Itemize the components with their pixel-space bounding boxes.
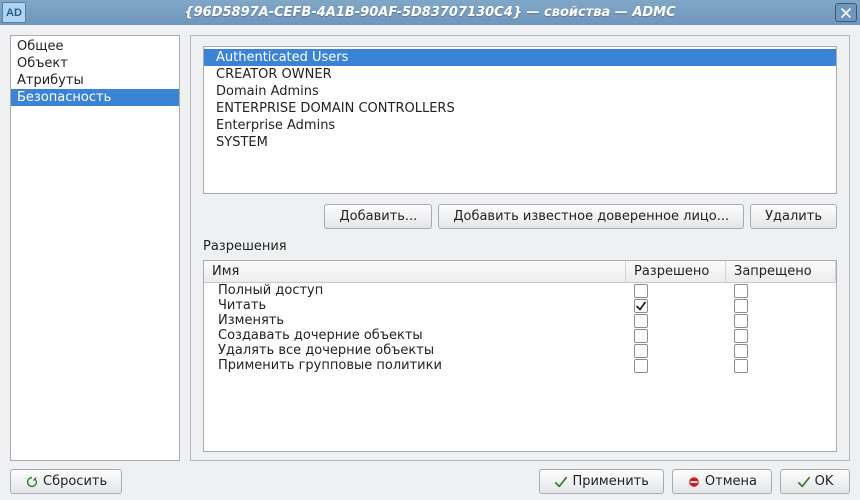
principal-item[interactable]: SYSTEM	[204, 134, 836, 151]
deny-checkbox[interactable]	[734, 299, 748, 313]
permission-row: Удалять все дочерние объекты	[204, 343, 836, 358]
permissions-table: Имя Разрешено Запрещено Полный доступЧит…	[203, 260, 837, 452]
allow-checkbox[interactable]	[634, 284, 648, 298]
deny-checkbox[interactable]	[734, 359, 748, 373]
cancel-icon	[687, 475, 701, 489]
allow-checkbox[interactable]	[634, 344, 648, 358]
principal-item[interactable]: Domain Admins	[204, 83, 836, 100]
apply-button[interactable]: Применить	[539, 469, 663, 494]
app-icon: AD	[2, 2, 26, 23]
nav-item[interactable]: Атрибуты	[11, 72, 179, 89]
permission-name: Применить групповые политики	[204, 358, 626, 373]
cancel-button-label: Отмена	[705, 474, 757, 489]
ok-button-label: OK	[815, 474, 834, 489]
deny-checkbox[interactable]	[734, 329, 748, 343]
permission-row: Читать	[204, 298, 836, 313]
permission-row: Изменять	[204, 313, 836, 328]
permissions-label: Разрешения	[203, 239, 837, 254]
deny-checkbox[interactable]	[734, 344, 748, 358]
cancel-button[interactable]: Отмена	[672, 469, 772, 494]
ok-icon	[797, 475, 811, 489]
reset-icon	[25, 475, 39, 489]
allow-checkbox[interactable]	[634, 329, 648, 343]
principal-item[interactable]: Authenticated Users	[204, 49, 836, 66]
nav-item[interactable]: Общее	[11, 38, 179, 55]
permission-name: Читать	[204, 298, 626, 313]
principal-item[interactable]: Enterprise Admins	[204, 117, 836, 134]
column-deny: Запрещено	[726, 261, 836, 282]
check-icon	[554, 475, 568, 489]
permission-row: Применить групповые политики	[204, 358, 836, 373]
ok-button[interactable]: OK	[780, 469, 850, 494]
deny-checkbox[interactable]	[734, 284, 748, 298]
add-principal-button[interactable]: Добавить...	[324, 204, 432, 229]
apply-button-label: Применить	[572, 474, 648, 489]
reset-button-label: Сбросить	[43, 474, 107, 489]
column-allow: Разрешено	[626, 261, 726, 282]
titlebar: AD {96D5897A-CEFB-4A1B-90AF-5D83707130C4…	[0, 0, 860, 25]
add-known-principal-button[interactable]: Добавить известное доверенное лицо...	[438, 204, 744, 229]
principal-buttons: Добавить... Добавить известное доверенно…	[203, 204, 837, 229]
dialog-buttons: Сбросить Применить Отмена OK	[10, 461, 850, 494]
permission-name: Удалять все дочерние объекты	[204, 343, 626, 358]
security-pane: Authenticated UsersCREATOR OWNERDomain A…	[190, 35, 850, 461]
permissions-header: Имя Разрешено Запрещено	[204, 261, 836, 283]
principal-item[interactable]: ENTERPRISE DOMAIN CONTROLLERS	[204, 100, 836, 117]
nav-item[interactable]: Объект	[11, 55, 179, 72]
permission-row: Создавать дочерние объекты	[204, 328, 836, 343]
window-close-button[interactable]	[835, 3, 857, 22]
principals-list[interactable]: Authenticated UsersCREATOR OWNERDomain A…	[203, 46, 837, 194]
principal-item[interactable]: CREATOR OWNER	[204, 66, 836, 83]
nav-tabs: ОбщееОбъектАтрибутыБезопасность	[10, 35, 180, 461]
reset-button[interactable]: Сбросить	[10, 469, 122, 494]
permission-row: Полный доступ	[204, 283, 836, 298]
deny-checkbox[interactable]	[734, 314, 748, 328]
permission-name: Создавать дочерние объекты	[204, 328, 626, 343]
allow-checkbox[interactable]	[634, 299, 648, 313]
close-icon	[841, 8, 851, 18]
permission-name: Изменять	[204, 313, 626, 328]
column-name: Имя	[204, 261, 626, 282]
nav-item[interactable]: Безопасность	[11, 89, 179, 106]
permission-name: Полный доступ	[204, 283, 626, 298]
allow-checkbox[interactable]	[634, 359, 648, 373]
allow-checkbox[interactable]	[634, 314, 648, 328]
delete-principal-button[interactable]: Удалить	[750, 204, 837, 229]
window-title: {96D5897A-CEFB-4A1B-90AF-5D83707130C4} —…	[28, 5, 832, 20]
